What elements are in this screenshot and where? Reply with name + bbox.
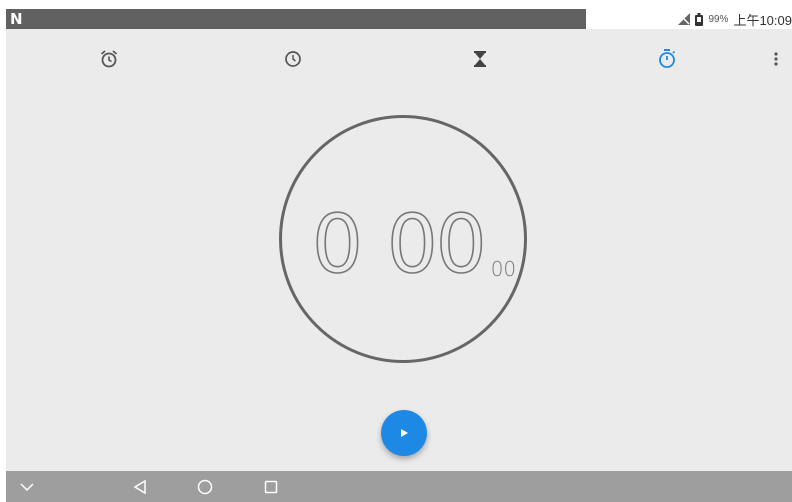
stopwatch-time: 0 00 00 [311,195,517,291]
stopwatch-hundredths: 00 [490,257,517,281]
hourglass-icon [474,51,486,67]
stopwatch-seconds: 00 [386,198,487,291]
tab-stopwatch[interactable] [653,45,681,73]
recents-button[interactable] [261,477,281,497]
battery-percent: 99% [708,13,729,25]
status-bar: N 99% 上午10:09 [0,0,792,30]
start-button[interactable] [381,410,427,456]
battery-icon [695,12,704,26]
stopwatch-minutes: 0 [311,198,363,291]
back-icon [133,479,146,495]
home-button[interactable] [195,477,215,497]
clock-app: 0 00 00 [6,29,792,471]
status-bar-left [6,9,586,29]
status-time: 上午10:09 [733,12,792,28]
alarm-clock-icon [100,50,118,68]
chevron-down-icon [20,483,34,492]
clock-icon [285,51,301,67]
home-icon [197,479,213,495]
back-button[interactable] [130,477,150,497]
more-vert-icon [774,52,778,66]
hide-nav-button[interactable] [17,477,37,497]
overflow-menu-button[interactable] [768,45,784,73]
navigation-bar [6,471,792,502]
tab-clock[interactable] [279,45,307,73]
stopwatch-icon [659,49,676,68]
n-logo-icon: N [10,10,23,28]
play-icon [401,429,408,437]
status-indicators: 99% 上午10:09 [678,10,792,28]
recents-icon [264,480,278,494]
no-signal-icon [678,13,691,25]
tab-timer[interactable] [466,45,494,73]
tab-alarm[interactable] [95,45,123,73]
